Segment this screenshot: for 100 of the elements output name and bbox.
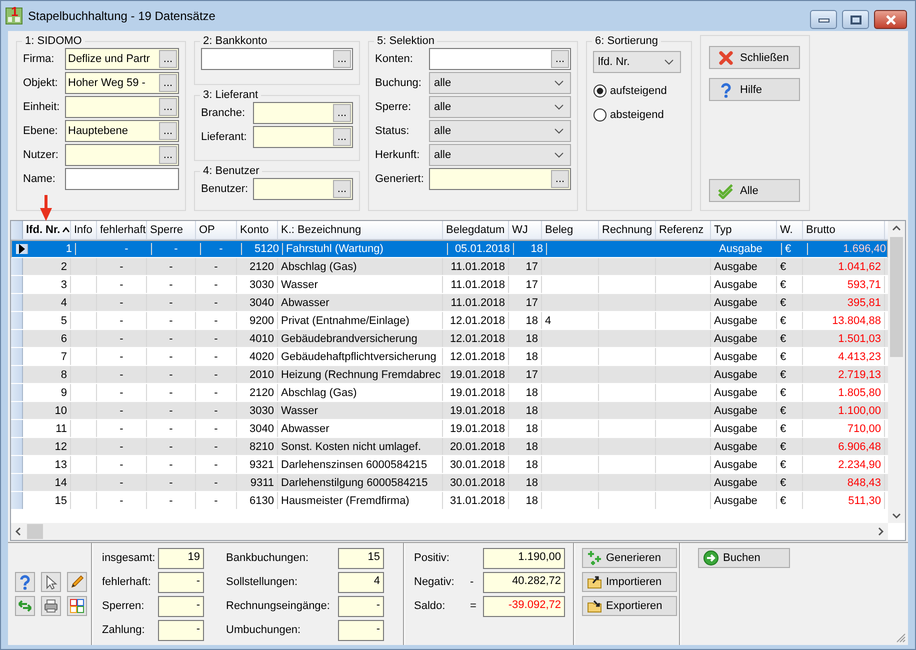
lookup-button[interactable]: ... — [333, 104, 351, 122]
maximize-button[interactable] — [842, 10, 869, 29]
double-check-icon — [718, 182, 734, 198]
horizontal-scrollbar[interactable] — [11, 523, 888, 540]
tool-button[interactable] — [14, 572, 34, 592]
dropdown[interactable]: lfd. Nr. — [593, 51, 681, 73]
table-row[interactable]: 10 - - - 3030 Wasser 19.01.2018 18 Ausgabe € 1.100,00 — [11, 402, 888, 420]
column-header[interactable]: W. — [777, 221, 803, 239]
lookup-button[interactable]: ... — [159, 122, 177, 140]
dropdown[interactable]: alle — [429, 72, 571, 94]
lookup-button[interactable]: ... — [551, 50, 569, 68]
tool-button[interactable] — [66, 572, 86, 592]
lookup-button[interactable]: ... — [159, 50, 177, 68]
text-field[interactable] — [429, 48, 571, 70]
table-cell: 9321 — [237, 456, 278, 473]
column-header[interactable]: OP — [196, 221, 237, 239]
table-cell: 18 — [509, 420, 542, 437]
value-field: 1.190,00 — [483, 548, 565, 568]
column-header[interactable]: Belegdatum — [443, 221, 509, 239]
column-header[interactable]: Rechnung — [599, 221, 656, 239]
chevron-down-icon — [554, 80, 564, 86]
column-header[interactable]: fehlerhaft — [97, 221, 147, 239]
lookup-button[interactable]: ... — [159, 98, 177, 116]
lookup-button[interactable]: ... — [551, 170, 569, 188]
field-label: Umbuchungen: — [226, 624, 302, 636]
column-header[interactable]: Konto — [237, 221, 278, 239]
scroll-thumb[interactable] — [27, 524, 43, 539]
table-cell: Ausgabe — [711, 384, 777, 401]
scroll-thumb[interactable] — [890, 237, 903, 357]
table-row[interactable]: 1 - - - 5120 Fahrstuhl (Wartung) 05.01.2018 18 Ausgabe € 1.696,40 — [11, 240, 888, 258]
chevron-down-icon — [554, 152, 564, 158]
table-cell: 7 — [23, 348, 71, 365]
dropdown[interactable]: alle — [429, 144, 571, 166]
tool-button[interactable] — [66, 596, 86, 616]
text-field[interactable] — [429, 168, 571, 190]
lookup-button[interactable]: ... — [159, 146, 177, 164]
tool-button[interactable] — [40, 572, 60, 592]
column-header[interactable]: Typ — [711, 221, 777, 239]
dropdown[interactable]: alle — [429, 120, 571, 142]
lookup-button[interactable]: ... — [333, 128, 351, 146]
table-cell: 1 — [28, 243, 76, 255]
table-row[interactable]: 6 - - - 4010 Gebäudebrandversicherung 12.01.2018 18 Ausgabe € 1.501,03 — [11, 330, 888, 348]
table-cell: € — [777, 276, 803, 293]
close-button[interactable] — [874, 10, 907, 29]
table-cell: Ausgabe — [711, 276, 777, 293]
action-button[interactable]: Hilfe — [709, 78, 800, 101]
table-cell: € — [777, 294, 803, 311]
column-header[interactable]: Brutto — [803, 221, 885, 239]
radio-button[interactable] — [593, 84, 607, 98]
table-cell: Ausgabe — [711, 474, 777, 491]
tool-button[interactable] — [40, 596, 60, 616]
column-header[interactable]: Referenz — [656, 221, 711, 239]
field-label: Herkunft: — [375, 149, 421, 161]
action-button[interactable]: Schließen — [709, 46, 800, 69]
table-cell: - — [97, 276, 147, 293]
field-label: Sperren: — [102, 600, 146, 612]
row-header[interactable] — [16, 244, 28, 254]
lookup-button[interactable]: ... — [333, 50, 351, 68]
vertical-scrollbar[interactable] — [888, 221, 905, 523]
dropdown[interactable]: alle — [429, 96, 571, 118]
column-header[interactable]: WJ — [509, 221, 542, 239]
action-button[interactable]: Exportieren — [582, 596, 677, 616]
action-button[interactable]: Generieren — [582, 548, 677, 568]
action-button[interactable]: Importieren — [582, 572, 677, 592]
text-field[interactable] — [65, 168, 179, 190]
table-row[interactable]: 15 - - - 6130 Hausmeister (Fremdfirma) 31.01.2018 18 Ausgabe € 511,30 — [11, 492, 888, 510]
table-cell: - — [196, 276, 237, 293]
table-row[interactable]: 8 - - - 2010 Heizung (Rechnung Fremdabrec 19.01.2018 17 Ausgabe € 2.719,13 — [11, 366, 888, 384]
table-cell: Darlehenszinsen 6000584215 — [278, 456, 443, 473]
table-cell: 11.01.2018 — [443, 258, 509, 275]
lookup-button[interactable]: ... — [159, 74, 177, 92]
lookup-button[interactable]: ... — [333, 180, 351, 198]
column-header[interactable]: Info — [71, 221, 97, 239]
column-header[interactable]: Beleg — [542, 221, 599, 239]
column-header[interactable]: Sperre — [147, 221, 196, 239]
scroll-left-icon[interactable] — [15, 527, 21, 536]
scroll-up-icon[interactable] — [892, 225, 901, 231]
table-cell: - — [196, 330, 237, 347]
close-icon[interactable] — [884, 14, 896, 24]
minimize-button[interactable] — [810, 10, 837, 29]
resize-grip-icon[interactable] — [896, 633, 906, 643]
value-field: - — [338, 620, 384, 640]
scroll-down-icon[interactable] — [892, 513, 901, 519]
action-button[interactable]: Alle — [709, 179, 800, 202]
table-cell: 2 — [23, 258, 71, 275]
table-cell: € — [777, 402, 803, 419]
radio-button[interactable] — [593, 108, 607, 122]
minimize-icon[interactable] — [818, 16, 830, 24]
column-header[interactable]: K.: Bezeichnung — [278, 221, 443, 239]
table-row[interactable]: 14 - - - 9311 Darlehenstilgung 6000584215 30.01.2018 18 Ausgabe € 848,43 — [11, 474, 888, 492]
table-row[interactable]: 4 - - - 3040 Abwasser 11.01.2018 17 Ausgabe € 395,81 — [11, 294, 888, 312]
post-button[interactable]: Buchen — [698, 548, 790, 568]
table-cell: 12.01.2018 — [443, 330, 509, 347]
table-row[interactable]: 2 - - - 2120 Abschlag (Gas) 11.01.2018 17 Ausgabe € 1.041,62 — [11, 258, 888, 276]
tool-button[interactable] — [14, 596, 34, 616]
scroll-right-icon[interactable] — [878, 527, 884, 536]
maximize-icon[interactable] — [850, 14, 862, 24]
column-header[interactable]: lfd. Nr. — [23, 221, 71, 239]
text-field[interactable] — [201, 48, 353, 70]
table-row[interactable]: 12 - - - 8210 Sonst. Kosten nicht umlagef. 20.01.2018 18 Ausgabe € 6.906,48 — [11, 438, 888, 456]
